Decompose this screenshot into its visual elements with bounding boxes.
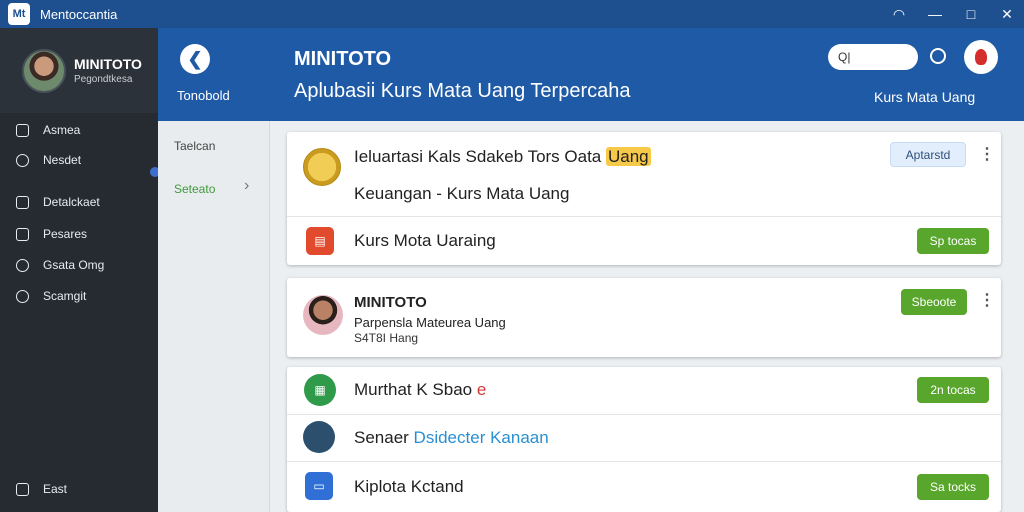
action-button[interactable]: Sa tocks (917, 474, 989, 500)
sidebar-item-detalckaet[interactable]: Detalckaet (16, 195, 100, 209)
sidebar-item-gsata-omg[interactable]: Gsata Omg (16, 258, 104, 272)
profile-subtitle: Pegondtkesa (74, 74, 133, 85)
profile-card: MINITOTO Parpensla Mateurea Uang S4T8I H… (287, 278, 1001, 357)
settings-icon (16, 289, 29, 303)
window-controls: ◠ — □ ✕ (890, 0, 1016, 28)
profile-card-line1: Parpensla Mateurea Uang (354, 315, 506, 330)
app-title: Mentoccantia (40, 6, 118, 22)
list-item[interactable]: ▦ Murthat K Sbao e 2n tocas (287, 367, 1001, 414)
action-button[interactable]: 2n tocas (917, 377, 989, 403)
sidebar-item-label: Pesares (43, 227, 88, 241)
sidebar-item-nesdet[interactable]: Nesdet (16, 153, 81, 167)
exit-icon (16, 482, 29, 496)
sidebar: MINITOTO Pegondtkesa Asmea Nesdet Detalc… (0, 28, 158, 512)
card-subtitle: Keuangan - Kurs Mata Uang (354, 184, 570, 203)
submenu-header: ❮ Tonobold (158, 28, 270, 121)
title-bar: Mt Mentoccantia ◠ — □ ✕ (0, 0, 1024, 28)
profile-block[interactable]: MINITOTO Pegondtkesa (0, 28, 158, 113)
sidebar-item-east[interactable]: East (16, 482, 67, 496)
dashboard-icon (16, 195, 29, 209)
profile-card-name: MINITOTO (354, 294, 427, 311)
submenu: Taelcan Seteato › (158, 121, 270, 512)
search-input[interactable]: Q| (828, 44, 918, 70)
list-item-label: Kiplota Kctand (354, 477, 464, 496)
minimize-button[interactable]: — (926, 5, 944, 23)
user-avatar-icon (975, 49, 987, 65)
sidebar-item-label: Detalckaet (43, 195, 100, 209)
sidebar-item-label: East (43, 482, 68, 496)
list-item[interactable]: ▤ Kurs Mota Uaraing Sp tocas (287, 216, 1001, 265)
currency-card: Ieluartasi Kals Sdakeb Tors Oata Uang Ke… (287, 132, 1001, 265)
list-item-label: Senaer Dsidecter Kanaan (354, 428, 549, 447)
list-item-label: Kurs Mota Uaraing (354, 231, 496, 250)
submenu-item-seteato[interactable]: Seteato (174, 182, 215, 196)
avatar (22, 48, 66, 93)
profile-name: MINITOTO (74, 56, 142, 72)
list-item[interactable]: Senaer Dsidecter Kanaan (287, 414, 1001, 461)
action-button[interactable]: Sp tocas (917, 228, 989, 254)
page-subtitle: Aplubasii Kurs Mata Uang Terpercaha (294, 80, 631, 102)
card-title-highlight: Uang (606, 147, 651, 166)
chat-icon (16, 153, 29, 167)
sidebar-item-pesares[interactable]: Pesares (16, 227, 87, 241)
image-icon (303, 421, 335, 453)
user-avatar[interactable] (964, 40, 998, 74)
submenu-title: Tonobold (177, 88, 230, 103)
list-item-label: Murthat K Sbao e (354, 380, 487, 399)
search-icon (16, 258, 29, 272)
sidebar-item-label: Asmea (43, 123, 81, 137)
avatar (303, 295, 343, 335)
sidebar-item-scamgit[interactable]: Scamgit (16, 289, 86, 303)
grid-icon: ▦ (304, 374, 336, 406)
header-link[interactable]: Kurs Mata Uang (874, 89, 975, 105)
profile-card-line2: S4T8I Hang (354, 331, 419, 345)
chevron-right-icon: › (244, 177, 250, 194)
list-item[interactable]: ▭ Kiplota Kctand Sa tocks (287, 461, 1001, 512)
more-options-icon[interactable]: ⋮ (979, 290, 995, 310)
more-options-icon[interactable]: ⋮ (979, 144, 995, 164)
app-logo-icon: Mt (8, 3, 30, 25)
chart-icon: ▤ (306, 227, 334, 255)
main-header: MINITOTO Aplubasii Kurs Mata Uang Terper… (270, 28, 1024, 121)
sidebar-item-label: Scamgit (43, 289, 87, 303)
sidebar-item-label: Nesdet (43, 153, 82, 167)
document-icon (16, 227, 29, 241)
coin-icon (303, 148, 341, 186)
notification-icon[interactable] (930, 48, 946, 64)
back-button[interactable]: ❮ (180, 44, 210, 74)
status-button[interactable]: Sbeoote (901, 289, 967, 315)
wifi-icon: ◠ (892, 5, 906, 22)
sidebar-item-label: Gsata Omg (43, 258, 105, 272)
apply-button[interactable]: Aptarstd (890, 142, 966, 167)
card-title: Ieluartasi Kals Sdakeb Tors Oata Uang (354, 147, 651, 167)
card-title-text: Ieluartasi Kals Sdakeb Tors Oata (354, 147, 606, 166)
calendar-icon: ▭ (305, 472, 333, 500)
bookmark-icon (16, 123, 29, 137)
page-title: MINITOTO (294, 48, 392, 70)
close-button[interactable]: ✕ (998, 5, 1016, 23)
sidebar-item-asmea[interactable]: Asmea (16, 123, 80, 137)
list-card: ▦ Murthat K Sbao e 2n tocas Senaer Dside… (287, 367, 1001, 512)
submenu-item-taelcan[interactable]: Taelcan (174, 139, 215, 153)
maximize-button[interactable]: □ (962, 5, 980, 23)
